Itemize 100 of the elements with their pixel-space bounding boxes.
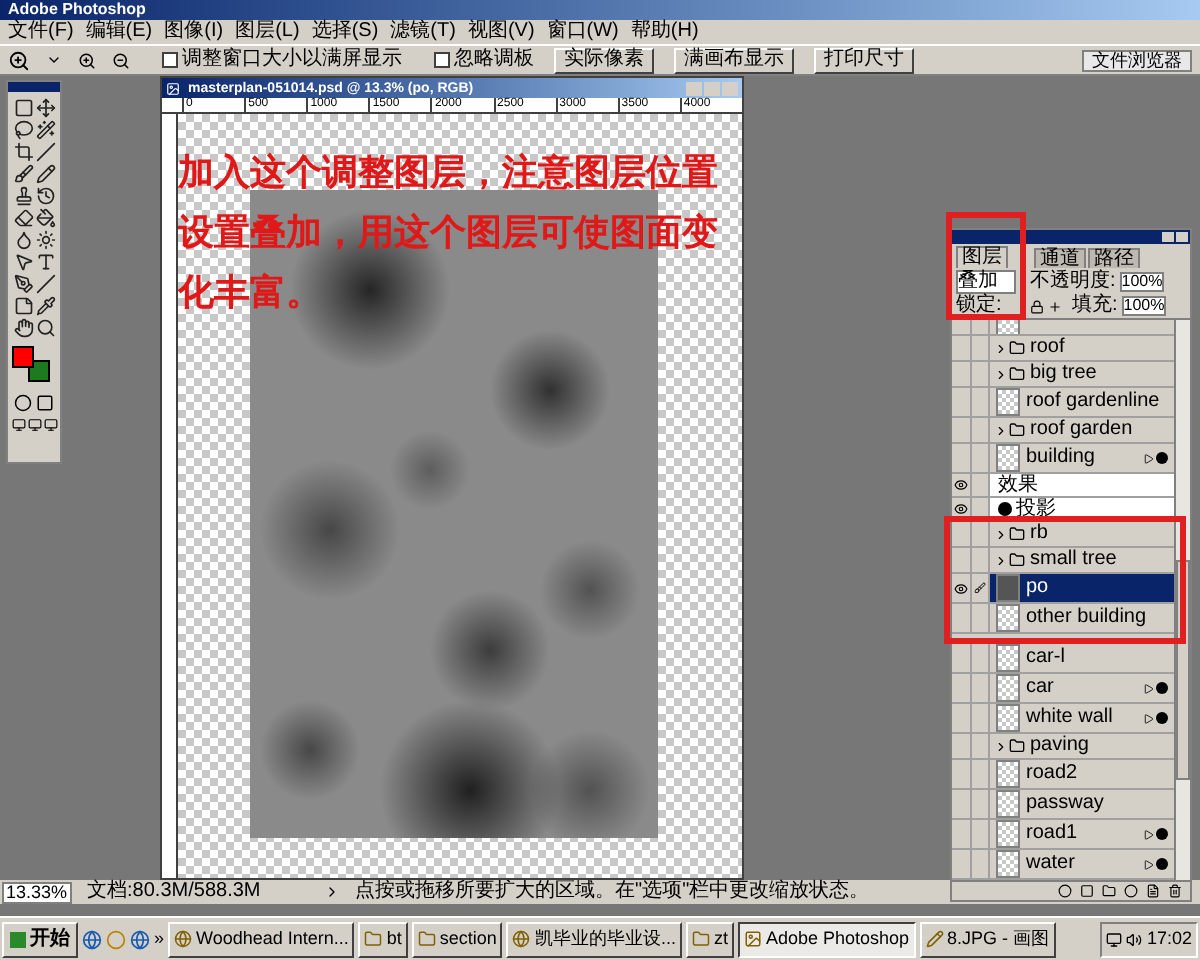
taskbar-button[interactable]: 凯毕业的毕业设... xyxy=(506,921,682,957)
checkbox[interactable] xyxy=(434,52,450,68)
panel-tab[interactable]: 通道 xyxy=(1034,248,1086,268)
pencil-icon[interactable] xyxy=(35,164,55,184)
more-button[interactable]: » xyxy=(154,930,165,948)
slice-icon[interactable] xyxy=(35,142,55,162)
option-button[interactable]: 打印尺寸 xyxy=(814,47,914,73)
zoom-in-icon[interactable] xyxy=(78,51,96,69)
screen-mode-icon[interactable] xyxy=(27,418,41,432)
layer-row[interactable]: car-l xyxy=(952,644,1174,674)
taskbar-button[interactable]: section xyxy=(411,921,503,957)
pointer-icon[interactable] xyxy=(13,252,33,272)
marquee-icon[interactable] xyxy=(13,98,33,118)
layer-row[interactable]: paving xyxy=(952,734,1174,760)
start-button[interactable]: 开始 xyxy=(2,921,78,957)
crop-icon[interactable] xyxy=(13,142,33,162)
visibility-toggle[interactable] xyxy=(952,474,972,496)
layer-row[interactable]: other building xyxy=(952,604,1174,634)
adjustment-layer-icon[interactable] xyxy=(1124,884,1138,898)
expand-icon[interactable] xyxy=(994,739,1008,753)
menu-item[interactable]: 视图(V) xyxy=(467,22,535,42)
lock-icon[interactable] xyxy=(1030,299,1044,313)
layer-row[interactable]: passway xyxy=(952,790,1174,820)
eyedropper-icon[interactable] xyxy=(35,296,55,316)
new-layer-icon[interactable] xyxy=(1146,884,1160,898)
eraser-icon[interactable] xyxy=(13,208,33,228)
hand-icon[interactable] xyxy=(13,318,33,338)
trash-icon[interactable] xyxy=(1168,884,1182,898)
layer-row[interactable]: big tree xyxy=(952,362,1174,388)
menu-item[interactable]: 编辑(E) xyxy=(85,22,153,42)
volume-icon[interactable] xyxy=(1126,931,1143,947)
layer-style-icon[interactable] xyxy=(1058,884,1072,898)
taskbar-button[interactable]: zt xyxy=(685,921,734,957)
menu-item[interactable]: 窗口(W) xyxy=(546,22,619,42)
palette-well-tab[interactable]: 文件浏览器 xyxy=(1082,49,1192,71)
layer-row[interactable]: roof xyxy=(952,336,1174,362)
layer-row[interactable]: rb xyxy=(952,522,1174,548)
history-brush-icon[interactable] xyxy=(35,186,55,206)
type-icon[interactable] xyxy=(35,252,55,272)
layer-row[interactable]: 效果 xyxy=(952,474,1174,498)
zoom-icon[interactable] xyxy=(35,318,55,338)
layer-row[interactable]: roof garden xyxy=(952,418,1174,444)
zoom-out-icon[interactable] xyxy=(112,51,130,69)
taskbar-button[interactable]: Woodhead Intern... xyxy=(168,921,355,957)
fill-field[interactable]: 100% xyxy=(1121,296,1167,316)
menu-item[interactable]: 文件(F) xyxy=(8,22,74,42)
move-icon[interactable] xyxy=(35,98,55,118)
visibility-toggle[interactable] xyxy=(952,574,972,602)
foreground-swatch[interactable] xyxy=(12,346,34,368)
option-button[interactable]: 满画布显示 xyxy=(674,47,794,73)
menu-item[interactable]: 帮助(H) xyxy=(630,22,699,42)
panel-tab[interactable]: 路径 xyxy=(1088,248,1140,268)
background-swatch[interactable] xyxy=(28,360,50,382)
browser-icon[interactable] xyxy=(130,929,150,949)
layer-row[interactable]: po xyxy=(952,574,1174,604)
layer-row[interactable]: white wall xyxy=(952,704,1174,734)
menu-item[interactable]: 滤镜(T) xyxy=(390,22,456,42)
zoom-field[interactable]: 13.33% xyxy=(2,881,72,903)
mask-icon[interactable] xyxy=(1080,884,1094,898)
layer-link-cell[interactable] xyxy=(972,474,990,496)
blur-icon[interactable] xyxy=(13,230,33,250)
pen-icon[interactable] xyxy=(13,274,33,294)
stamp-icon[interactable] xyxy=(13,186,33,206)
layer-row[interactable]: roof gardenline xyxy=(952,388,1174,418)
screen-mode-icon[interactable] xyxy=(11,418,25,432)
network-icon[interactable] xyxy=(1106,931,1123,947)
layer-row[interactable]: car xyxy=(952,674,1174,704)
quickmask-icon[interactable] xyxy=(14,394,32,412)
zoom-tool-icon[interactable] xyxy=(8,49,30,71)
dodge-icon[interactable] xyxy=(35,230,55,250)
checkbox[interactable] xyxy=(162,52,178,68)
taskbar-button[interactable]: 8.JPG - 画图 xyxy=(919,921,1056,957)
layer-row[interactable]: water xyxy=(952,850,1174,880)
new-set-icon[interactable] xyxy=(1102,884,1116,898)
layer-link-cell[interactable] xyxy=(972,574,990,602)
screen-mode-icon[interactable] xyxy=(43,418,57,432)
expand-icon[interactable] xyxy=(994,423,1008,437)
taskbar-button[interactable]: Adobe Photoshop xyxy=(737,921,916,957)
line-icon[interactable] xyxy=(35,274,55,294)
opacity-field[interactable]: 100% xyxy=(1119,271,1165,291)
dropdown-icon[interactable] xyxy=(46,52,62,68)
taskbar-button[interactable]: bt xyxy=(358,921,408,957)
option-button[interactable]: 实际像素 xyxy=(554,47,654,73)
wand-icon[interactable] xyxy=(35,120,55,140)
layer-row[interactable]: small tree xyxy=(952,548,1174,574)
menu-item[interactable]: 图像(I) xyxy=(164,22,224,42)
layer-row[interactable]: road2 xyxy=(952,760,1174,790)
lasso-icon[interactable] xyxy=(13,120,33,140)
blend-mode-select[interactable]: 叠加 xyxy=(956,269,1016,293)
menu-item[interactable]: 图层(L) xyxy=(235,22,300,42)
notes-icon[interactable] xyxy=(13,296,33,316)
menu-item[interactable]: 选择(S) xyxy=(311,22,379,42)
scrollbar[interactable] xyxy=(1174,320,1190,880)
layer-row[interactable]: road1 xyxy=(952,820,1174,850)
panel-tab[interactable]: 图层 xyxy=(956,246,1008,268)
browser-icon[interactable] xyxy=(82,929,102,949)
bucket-icon[interactable] xyxy=(35,208,55,228)
layer-row[interactable]: building xyxy=(952,444,1174,474)
lock-position-icon[interactable] xyxy=(1048,299,1062,313)
standard-mode-icon[interactable] xyxy=(36,394,54,412)
